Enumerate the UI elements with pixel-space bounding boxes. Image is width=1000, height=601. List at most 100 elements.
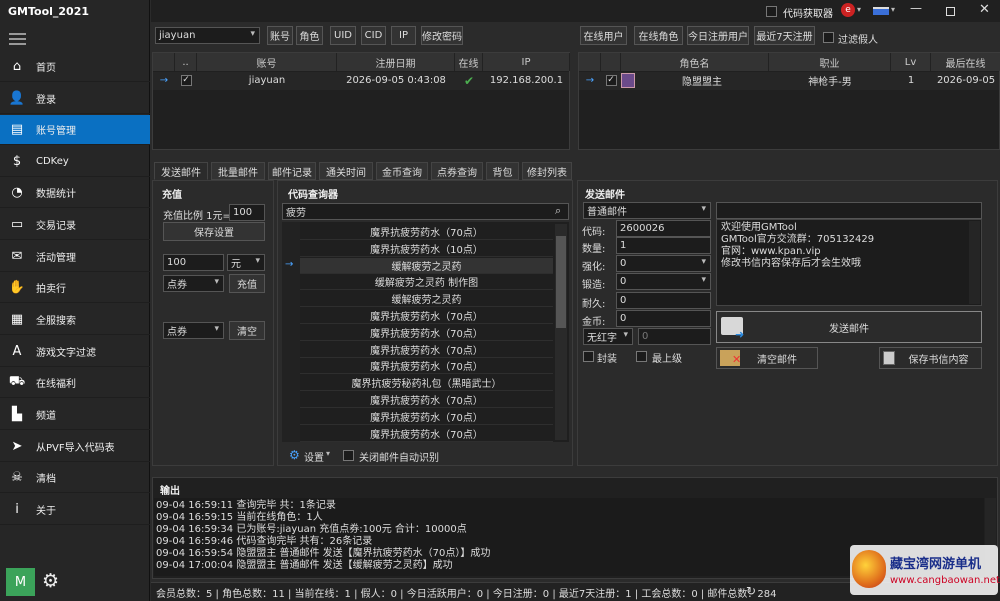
code-fetcher-checkbox[interactable] [766, 6, 777, 17]
list-item[interactable]: 缓解疲劳之灵药 [300, 257, 553, 274]
list-item[interactable]: 魔界抗疲劳秘药礼包（黑暗武士） [300, 375, 553, 392]
gear-icon[interactable]: ⚙ [42, 570, 59, 592]
durability-input[interactable]: 0 [616, 292, 711, 309]
gold-input[interactable]: 0 [616, 310, 711, 327]
list-item[interactable]: 魔界抗疲劳药水（70点） [300, 409, 553, 425]
sidebar-item-2[interactable]: ▤ 账号管理 [0, 115, 150, 145]
list-item[interactable]: 魔界抗疲劳药水（10点） [300, 241, 553, 257]
toolbar-button-2[interactable]: UID [330, 26, 356, 45]
hamburger-menu-icon[interactable] [9, 33, 26, 48]
filter-fake-label: 过滤假人 [838, 35, 878, 46]
filter-button-2[interactable]: 今日注册用户 [687, 26, 749, 45]
tab-6[interactable]: 背包 [486, 162, 519, 180]
sidebar-item-8[interactable]: ▦ 全服搜索 [0, 305, 150, 335]
tab-0[interactable]: 发送邮件 [154, 162, 208, 180]
ratio-input[interactable]: 100 [229, 204, 265, 221]
sidebar-item-4[interactable]: ◔ 数据统计 [0, 178, 150, 208]
scrollbar-thumb[interactable] [556, 236, 566, 328]
toolbar-button-1[interactable]: 角色 [296, 26, 323, 45]
sidebar-item-1[interactable]: 👤 登录 [0, 84, 150, 114]
clear-button[interactable]: 清空 [229, 321, 265, 340]
tab-7[interactable]: 修封列表 [522, 162, 572, 180]
chevron-down-icon[interactable]: ▾ [326, 449, 330, 458]
auto-close-checkbox[interactable] [343, 450, 354, 461]
save-letter-button[interactable]: 保存书信内容 [879, 347, 982, 369]
table-row[interactable]: → ✓ 隐盟盟主 神枪手-男 1 2026-09-05 [579, 72, 999, 90]
toolbar-button-4[interactable]: IP [391, 26, 416, 45]
mail-type-select[interactable]: 普通邮件 [583, 202, 711, 219]
table-header-cell [153, 53, 175, 71]
list-item[interactable]: 魔界抗疲劳药水（70点） [300, 392, 553, 408]
list-item[interactable]: 魔界抗疲劳药水（70点） [300, 308, 553, 324]
sidebar-item-6[interactable]: ✉ 活动管理 [0, 242, 150, 272]
sidebar-item-5[interactable]: ▭ 交易记录 [0, 210, 150, 240]
clear-type-select[interactable]: 点券 [163, 322, 224, 339]
tab-1[interactable]: 批量邮件 [211, 162, 265, 180]
code-search-input[interactable]: 疲劳 [282, 203, 569, 220]
theme-icon[interactable] [873, 7, 889, 15]
chevron-down-icon[interactable]: ▾ [857, 5, 861, 14]
refresh-icon[interactable]: ↻ [746, 584, 756, 598]
list-item[interactable]: 魔界抗疲劳药水（70点） [300, 342, 553, 358]
list-item[interactable]: 缓解疲劳之灵药 制作图 [300, 274, 553, 291]
settings-label[interactable]: 设置 [304, 449, 324, 464]
filter-button-3[interactable]: 最近7天注册 [754, 26, 815, 45]
list-item[interactable]: 魔界抗疲劳药水（70点） [300, 224, 553, 240]
send-mail-button[interactable]: ➜ 发送邮件 [716, 311, 982, 343]
seal-checkbox[interactable] [583, 351, 594, 362]
tab-2[interactable]: 邮件记录 [268, 162, 316, 180]
list-item[interactable]: 魔界抗疲劳药水（70点） [300, 358, 553, 375]
brand-logo-icon[interactable]: e [841, 3, 855, 17]
enhance-select[interactable]: 0 [616, 255, 711, 272]
row-checkbox[interactable]: ✓ [601, 72, 621, 89]
filter-button-0[interactable]: 在线用户 [580, 26, 627, 45]
m-button[interactable]: M [6, 568, 35, 596]
toolbar-button-0[interactable]: 账号 [267, 26, 293, 45]
search-icon[interactable]: ⌕ [555, 204, 561, 218]
filter-fake-checkbox[interactable] [823, 32, 834, 43]
tab-3[interactable]: 通关时间 [319, 162, 373, 180]
sidebar-item-12[interactable]: ➤ 从PVF导入代码表 [0, 432, 150, 462]
toolbar-button-3[interactable]: CID [361, 26, 386, 45]
close-icon[interactable]: ✕ [979, 2, 990, 17]
table-row[interactable]: → ✓ jiayuan 2026-09-05 0:43:08 ✔ 192.168… [153, 72, 569, 90]
sidebar-item-11[interactable]: ▙ 频道 [0, 400, 150, 430]
sidebar-item-10[interactable]: ⛟ 在线福利 [0, 368, 150, 398]
red-value-input[interactable]: 0 [638, 328, 711, 345]
tab-4[interactable]: 金币查询 [376, 162, 428, 180]
list-item[interactable]: 魔界抗疲劳药水（70点） [300, 325, 553, 341]
qty-input[interactable]: 1 [616, 237, 711, 254]
sidebar-item-7[interactable]: ✋ 拍卖行 [0, 273, 150, 303]
code-input[interactable]: 2600026 [616, 220, 711, 237]
sidebar-item-0[interactable]: ⌂ 首页 [0, 52, 150, 82]
row-checkbox[interactable]: ✓ [175, 72, 197, 89]
filter-button-1[interactable]: 在线角色 [634, 26, 683, 45]
message-scrollbar[interactable] [969, 221, 980, 304]
amount-input[interactable]: 100 [163, 254, 224, 271]
sidebar-item-9[interactable]: A 游戏文字过滤 [0, 337, 150, 367]
list-item[interactable]: 缓解疲劳之灵药 [300, 291, 553, 308]
top-grade-checkbox[interactable] [636, 351, 647, 362]
maximize-icon[interactable] [946, 7, 955, 16]
unit-select[interactable]: 元 [227, 254, 265, 271]
sidebar-item-label: 全服搜索 [36, 316, 76, 327]
recharge-button[interactable]: 充值 [229, 274, 265, 293]
sidebar-item-3[interactable]: $ CDKey [0, 147, 150, 177]
clear-mail-button[interactable]: ✕ 清空邮件 [716, 347, 818, 369]
mail-message-textarea[interactable]: 欢迎使用GMTool GMTool官方交流群：705132429 官网：www.kp… [716, 219, 982, 306]
red-text-select[interactable]: 无红字 [583, 328, 633, 345]
account-select[interactable]: jiayuan [155, 27, 260, 44]
chevron-down-icon[interactable]: ▾ [891, 5, 895, 14]
recharge-type-select[interactable]: 点券 [163, 275, 224, 292]
sidebar-item-13[interactable]: ☠ 清档 [0, 463, 150, 493]
scrollbar[interactable] [555, 224, 567, 440]
list-item[interactable]: 魔界抗疲劳药水（70点） [300, 426, 553, 442]
minimize-icon[interactable]: — [910, 1, 922, 15]
toolbar-button-5[interactable]: 修改密码 [421, 26, 463, 45]
save-settings-button[interactable]: 保存设置 [163, 222, 265, 241]
sidebar-item-14[interactable]: i 关于 [0, 495, 150, 525]
forge-select[interactable]: 0 [616, 273, 711, 290]
mail-title-input[interactable] [716, 202, 982, 219]
tab-5[interactable]: 点券查询 [431, 162, 483, 180]
settings-gear-icon[interactable]: ⚙ [289, 448, 300, 462]
